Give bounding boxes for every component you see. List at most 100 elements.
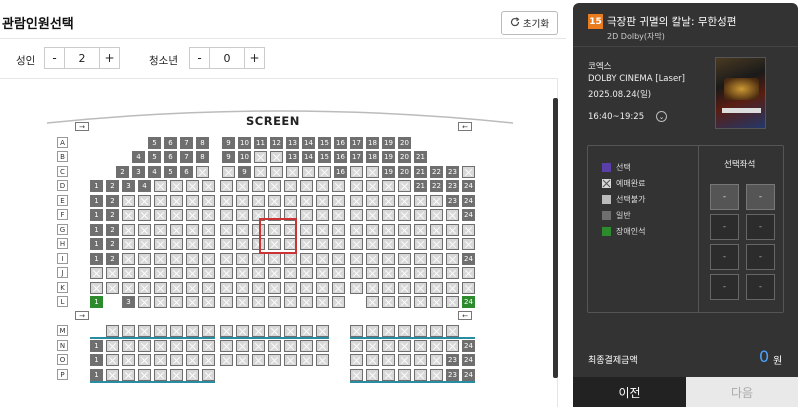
seat-available[interactable]: 19 [382,137,395,149]
seat-available[interactable]: 23 [446,195,459,207]
seat-sold [414,296,427,308]
seat-available[interactable]: 18 [366,151,379,163]
next-button[interactable]: 다음 [686,377,798,407]
seat-map-scrollbar[interactable] [553,98,558,378]
seat-available[interactable]: 24 [462,253,475,265]
seat-sold [316,340,329,352]
seat-available[interactable]: 24 [462,354,475,366]
movie-format: 2D Dolby(자막) [607,32,665,41]
seat-available[interactable]: 8 [196,137,209,149]
seat-available[interactable]: 1 [90,354,103,366]
seat-available[interactable]: 13 [286,151,299,163]
seat-available[interactable]: 6 [180,166,193,178]
seat-available[interactable]: 19 [382,151,395,163]
seat-available[interactable]: 4 [138,180,151,192]
seat-available[interactable]: 21 [414,180,427,192]
seat-available[interactable]: 1 [90,253,103,265]
seat-available[interactable]: 2 [106,180,119,192]
row-label-e: E [57,195,68,206]
seat-available[interactable]: 20 [398,137,411,149]
seat-available[interactable]: 6 [164,151,177,163]
seat-available[interactable]: 19 [382,166,395,178]
seat-available[interactable]: 8 [196,151,209,163]
seat-available[interactable]: 9 [238,166,251,178]
seat-available[interactable]: 23 [446,369,459,381]
seat-available[interactable]: 5 [148,137,161,149]
seat-available[interactable]: 6 [164,137,177,149]
seat-available[interactable]: 2 [106,209,119,221]
seat-available[interactable]: 1 [90,180,103,192]
seat-available[interactable]: 20 [398,166,411,178]
seat-available[interactable]: 22 [430,166,443,178]
seat-available[interactable]: 17 [350,151,363,163]
seat-wheelchair[interactable]: 24 [462,296,475,308]
seat-available[interactable]: 4 [132,151,145,163]
seat-sold [430,325,443,337]
seat-wheelchair[interactable]: 1 [90,296,103,308]
seat-available[interactable]: 7 [180,137,193,149]
adult-minus-button[interactable]: - [45,48,65,68]
seat-available[interactable]: 21 [414,166,427,178]
adult-plus-button[interactable]: + [99,48,119,68]
seat-available[interactable]: 2 [116,166,129,178]
seat-available[interactable]: 1 [90,209,103,221]
seat-available[interactable]: 7 [180,151,193,163]
seat-available[interactable]: 11 [254,137,267,149]
seat-available[interactable]: 1 [90,369,103,381]
seat-available[interactable]: 16 [334,151,347,163]
seat-available[interactable]: 10 [238,137,251,149]
seat-available[interactable]: 4 [148,166,161,178]
seat-sold [366,166,379,178]
seat-available[interactable]: 9 [222,137,235,149]
seat-available[interactable]: 20 [398,151,411,163]
seat-available[interactable]: 2 [106,238,119,250]
seat-available[interactable]: 1 [90,224,103,236]
seat-available[interactable]: 23 [446,180,459,192]
seat-available[interactable]: 14 [302,151,315,163]
seat-available[interactable]: 22 [430,180,443,192]
seat-available[interactable]: 24 [462,369,475,381]
seat-available[interactable]: 5 [164,166,177,178]
chevron-down-icon[interactable]: ⌄ [656,111,667,122]
seat-available[interactable]: 3 [122,296,135,308]
seat-row-base [350,337,475,339]
prev-button[interactable]: 이전 [573,377,686,407]
seat-available[interactable]: 13 [286,137,299,149]
seat-available[interactable]: 16 [334,137,347,149]
reset-button[interactable]: 초기화 [501,11,558,35]
seat-available[interactable]: 17 [350,137,363,149]
seat-available[interactable]: 16 [334,166,347,178]
seat-sold [430,267,443,279]
seat-available[interactable]: 10 [238,151,251,163]
seat-available[interactable]: 14 [302,137,315,149]
seat-sold [366,354,379,366]
seat-available[interactable]: 24 [462,340,475,352]
legend-swatch [602,195,611,204]
seat-available[interactable]: 5 [148,151,161,163]
seat-available[interactable]: 24 [462,180,475,192]
seat-sold [350,195,363,207]
seat-available[interactable]: 18 [366,137,379,149]
seat-available[interactable]: 24 [462,209,475,221]
seat-available[interactable]: 1 [90,238,103,250]
seat-available[interactable]: 2 [106,224,119,236]
youth-plus-button[interactable]: + [244,48,264,68]
seat-available[interactable]: 3 [132,166,145,178]
seat-available[interactable]: 12 [270,137,283,149]
seat-available[interactable]: 3 [122,180,135,192]
seat-sold [284,253,297,265]
seat-available[interactable]: 9 [222,151,235,163]
seat-available[interactable]: 21 [414,151,427,163]
legend-label: 예매완료 [616,179,646,188]
seat-available[interactable]: 1 [90,340,103,352]
seat-available[interactable]: 1 [90,195,103,207]
seat-sold [220,354,233,366]
seat-available[interactable]: 23 [446,354,459,366]
seat-available[interactable]: 24 [462,195,475,207]
youth-minus-button[interactable]: - [190,48,210,68]
seat-available[interactable]: 15 [318,151,331,163]
seat-available[interactable]: 15 [318,137,331,149]
seat-available[interactable]: 23 [446,166,459,178]
seat-available[interactable]: 2 [106,195,119,207]
seat-available[interactable]: 2 [106,253,119,265]
